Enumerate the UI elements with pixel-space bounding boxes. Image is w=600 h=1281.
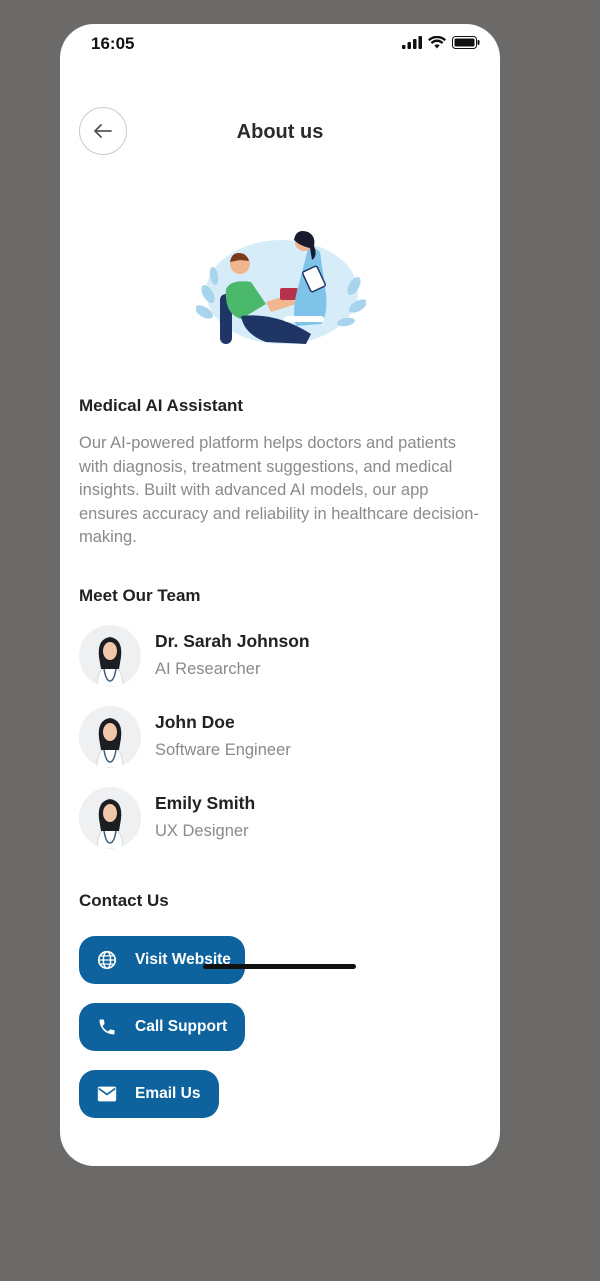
- signal-icon: [402, 36, 422, 49]
- doctor-avatar-icon: [79, 625, 141, 687]
- email-us-button[interactable]: Email Us: [79, 1070, 219, 1118]
- home-indicator[interactable]: [203, 964, 356, 969]
- doctor-avatar-icon: [79, 787, 141, 849]
- wifi-icon: [428, 36, 446, 49]
- mail-icon: [95, 1082, 119, 1106]
- doctor-patient-illustration: [196, 231, 366, 344]
- member-role: UX Designer: [155, 822, 249, 840]
- about-description: Our AI-powered platform helps doctors an…: [79, 434, 479, 546]
- about-title: Medical AI Assistant: [79, 396, 244, 415]
- phone-screen: 16:05 About us Medical AI Assistant Our …: [60, 24, 500, 1166]
- call-support-button[interactable]: Call Support: [79, 1003, 245, 1051]
- doctor-avatar-icon: [79, 706, 141, 768]
- status-icons: [402, 36, 480, 49]
- status-bar: 16:05: [60, 24, 500, 64]
- team-member[interactable]: Dr. Sarah Johnson AI Researcher: [79, 625, 479, 689]
- member-role: Software Engineer: [155, 741, 291, 759]
- call-support-label: Call Support: [135, 1018, 228, 1035]
- team-title: Meet Our Team: [79, 586, 201, 605]
- page-title: About us: [236, 121, 324, 143]
- status-time: 16:05: [91, 34, 135, 53]
- member-name: Emily Smith: [155, 793, 256, 813]
- battery-icon: [452, 36, 480, 49]
- member-name: Dr. Sarah Johnson: [155, 631, 310, 651]
- team-member[interactable]: John Doe Software Engineer: [79, 706, 479, 770]
- contact-title: Contact Us: [79, 891, 169, 910]
- visit-website-button[interactable]: Visit Website: [79, 936, 245, 984]
- phone-icon: [95, 1015, 119, 1039]
- member-role: AI Researcher: [155, 660, 261, 678]
- member-name: John Doe: [155, 712, 235, 732]
- email-us-label: Email Us: [135, 1085, 201, 1102]
- team-member[interactable]: Emily Smith UX Designer: [79, 787, 479, 851]
- globe-icon: [95, 948, 119, 972]
